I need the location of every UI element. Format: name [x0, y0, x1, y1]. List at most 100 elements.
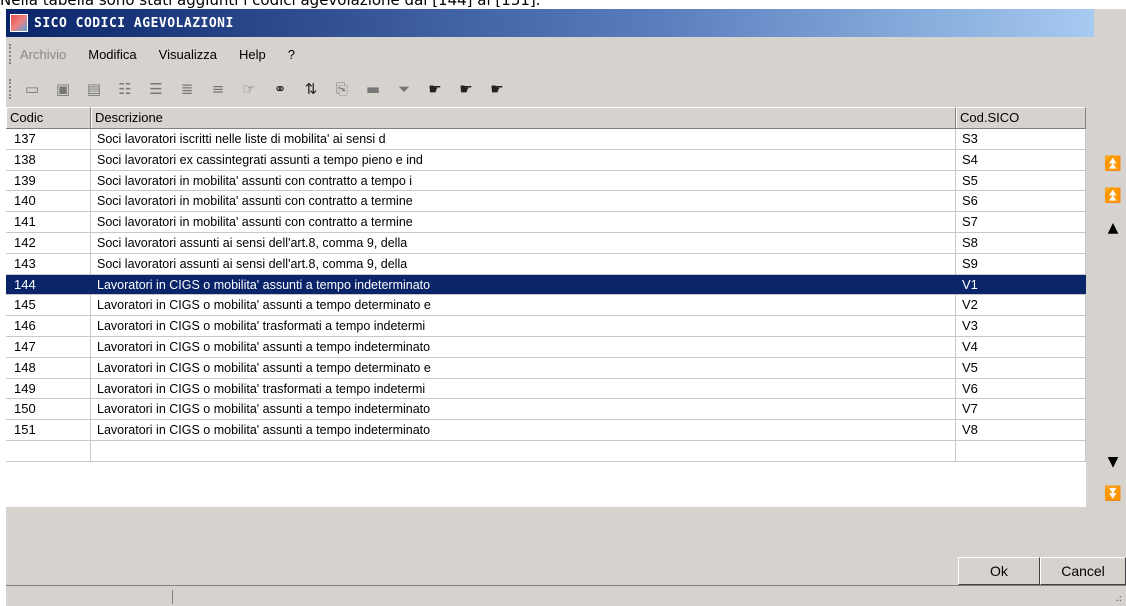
cell-description: Lavoratori in CIGS o mobilita' assunti a… [91, 274, 956, 295]
cell-description: Soci lavoratori assunti ai sensi dell'ar… [91, 253, 956, 274]
cell-code: 140 [6, 191, 91, 212]
cell-description: Lavoratori in CIGS o mobilita' assunti a… [91, 336, 956, 357]
cell-description: Soci lavoratori in mobilita' assunti con… [91, 191, 956, 212]
menu-visualizza[interactable]: Visualizza [159, 47, 217, 62]
status-bar: .: [6, 585, 1126, 606]
table-row[interactable]: 140 Soci lavoratori in mobilita' assunti … [6, 191, 1086, 213]
list-detail-icon[interactable]: ≡ [206, 78, 230, 100]
table-row[interactable]: 138 Soci lavoratori ex cassintegrati assu… [6, 149, 1086, 171]
cell-code: 144 [6, 274, 91, 295]
filter-icon[interactable]: ⏷ [392, 78, 416, 100]
data-grid: Codic Descrizione Cod.SICO 137 Soci lavor… [6, 107, 1086, 507]
binoculars-icon[interactable]: ⚭ [268, 78, 292, 100]
columns-icon[interactable]: ☷ [113, 78, 137, 100]
cell-description: Soci lavoratori in mobilita' assunti con… [91, 212, 956, 232]
table-row[interactable]: 145 Lavoratori in CIGS o mobilita' assunt… [6, 295, 1086, 317]
grid-header: Codic Descrizione Cod.SICO [6, 107, 1086, 129]
hand-select-1-icon[interactable]: ☛ [423, 78, 447, 100]
cell-code: 139 [6, 170, 91, 191]
cell-code: 148 [6, 357, 91, 378]
menu-bar: Archivio Modifica Visualizza Help ? [6, 37, 1126, 71]
column-header-description[interactable]: Descrizione [91, 107, 956, 128]
cell-sico: S7 [956, 212, 1086, 232]
cell-sico: V8 [956, 420, 1086, 440]
cell-sico: S4 [956, 149, 1086, 170]
cell-description: Lavoratori in CIGS o mobilita' trasforma… [91, 316, 956, 336]
sort-az-icon[interactable]: ⇅ [299, 78, 323, 100]
cancel-button[interactable]: Cancel [1040, 557, 1126, 585]
cell-code: 146 [6, 316, 91, 336]
table-row[interactable]: 150 Lavoratori in CIGS o mobilita' assunt… [6, 399, 1086, 421]
cell-code: 143 [6, 253, 91, 274]
cell-sico: V3 [956, 316, 1086, 336]
cell-code: 138 [6, 149, 91, 170]
cell-sico [956, 440, 1086, 461]
cell-description: Lavoratori in CIGS o mobilita' trasforma… [91, 378, 956, 399]
table-row[interactable]: 147 Lavoratori in CIGS o mobilita' assunt… [6, 336, 1086, 358]
nav-first-button[interactable]: ⏫ [1100, 152, 1126, 176]
grid-view-icon[interactable]: ▤ [82, 78, 106, 100]
cell-description: Soci lavoratori assunti ai sensi dell'ar… [91, 232, 956, 253]
cell-description: Lavoratori in CIGS o mobilita' assunti a… [91, 420, 956, 440]
nav-page-up-button[interactable]: ⏫ [1100, 184, 1126, 208]
cell-code: 141 [6, 212, 91, 232]
cell-sico: V7 [956, 399, 1086, 420]
cell-description: Lavoratori in CIGS o mobilita' assunti a… [91, 295, 956, 316]
list-icon[interactable]: ≣ [175, 78, 199, 100]
table-row[interactable]: 139 Soci lavoratori in mobilita' assunti … [6, 170, 1086, 192]
card-icon[interactable]: ▬ [361, 78, 385, 100]
copy-icon[interactable]: ⎘ [330, 78, 354, 100]
resize-grip-icon[interactable]: .: [1115, 593, 1122, 604]
hand-select-3-icon[interactable]: ☛ [485, 78, 509, 100]
list-indent-icon[interactable]: ☰ [144, 78, 168, 100]
table-row[interactable] [6, 440, 1086, 462]
cell-sico: S8 [956, 232, 1086, 253]
save-icon[interactable]: ▣ [51, 78, 75, 100]
menu-help[interactable]: Help [239, 47, 266, 62]
table-row[interactable]: 146 Lavoratori in CIGS o mobilita' trasfo… [6, 316, 1086, 337]
menu-question[interactable]: ? [288, 47, 295, 62]
cell-code: 149 [6, 378, 91, 399]
arrow-up-icon: ▲ [1107, 220, 1119, 236]
toolbar: ▭ ▣ ▤ ☷ ☰ ≣ ≡ ☞ ⚭ ⇅ ⎘ ▬ ⏷ ☛ ☛ ☛ [6, 71, 1126, 107]
title-bar[interactable]: SICO CODICI AGEVOLAZIONI [6, 9, 1094, 37]
nav-page-down-button[interactable]: ⏬ [1100, 482, 1126, 506]
hand-pointer-icon[interactable]: ☞ [237, 78, 261, 100]
open-folder-icon[interactable]: ▭ [20, 78, 44, 100]
arrow-down-icon: ▼ [1107, 454, 1119, 470]
double-arrow-up-icon: ⏫ [1104, 188, 1122, 204]
column-header-code[interactable]: Codic [6, 107, 91, 128]
cell-sico: S6 [956, 191, 1086, 212]
cell-code: 147 [6, 336, 91, 357]
table-row[interactable]: 141 Soci lavoratori in mobilita' assunti … [6, 212, 1086, 233]
table-row[interactable]: 143 Soci lavoratori assunti ai sensi dell… [6, 253, 1086, 275]
cell-sico: S5 [956, 170, 1086, 191]
menu-archivio[interactable]: Archivio [20, 47, 66, 62]
nav-up-button[interactable]: ▲ [1100, 216, 1126, 240]
toolbar-grip[interactable] [9, 79, 12, 99]
cell-description: Lavoratori in CIGS o mobilita' assunti a… [91, 399, 956, 420]
table-row[interactable]: 148 Lavoratori in CIGS o mobilita' assunt… [6, 357, 1086, 379]
table-row[interactable]: 144 Lavoratori in CIGS o mobilita' assunt… [6, 274, 1086, 296]
double-arrow-down-icon: ⏬ [1104, 486, 1122, 502]
ok-button[interactable]: Ok [958, 557, 1040, 585]
table-row[interactable]: 149 Lavoratori in CIGS o mobilita' trasfo… [6, 378, 1086, 400]
table-row[interactable]: 151 Lavoratori in CIGS o mobilita' assunt… [6, 420, 1086, 441]
cell-code: 142 [6, 232, 91, 253]
cell-sico: V4 [956, 336, 1086, 357]
column-header-sico[interactable]: Cod.SICO [956, 107, 1086, 128]
table-row[interactable]: 142 Soci lavoratori assunti ai sensi dell… [6, 232, 1086, 254]
nav-down-button[interactable]: ▼ [1100, 450, 1126, 474]
table-row[interactable]: 137 Soci lavoratori iscritti nelle liste … [6, 129, 1086, 150]
menu-modifica[interactable]: Modifica [88, 47, 136, 62]
grid-body: 137 Soci lavoratori iscritti nelle liste … [6, 129, 1086, 462]
window-title: SICO CODICI AGEVOLAZIONI [34, 15, 234, 31]
cell-description: Soci lavoratori ex cassintegrati assunti… [91, 149, 956, 170]
cell-sico: S9 [956, 253, 1086, 274]
cell-code: 137 [6, 129, 91, 149]
cell-description [91, 440, 956, 461]
cell-description: Soci lavoratori in mobilita' assunti con… [91, 170, 956, 191]
hand-select-2-icon[interactable]: ☛ [454, 78, 478, 100]
menubar-grip[interactable] [9, 44, 12, 64]
cell-description: Soci lavoratori iscritti nelle liste di … [91, 129, 956, 149]
